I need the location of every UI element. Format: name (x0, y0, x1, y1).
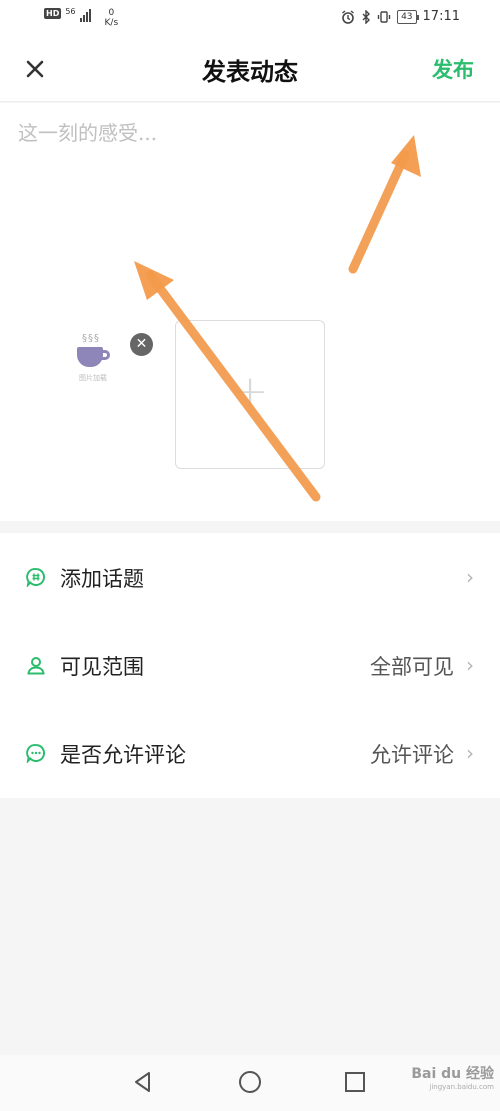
menu-item-value: 允许评论 (370, 743, 454, 767)
attachment-caption: 图片加载 (79, 374, 107, 382)
menu-item-label: 添加话题 (60, 567, 144, 591)
watermark-brand: Bai du 经验 (411, 1066, 494, 1082)
plus-icon: + (231, 366, 269, 417)
remove-image-button[interactable]: ✕ (130, 333, 153, 356)
status-left: HD 56 0 K/s (44, 8, 118, 28)
options-menu: 添加话题 › 可见范围 全部可见 › 是否允许评论 允许评论 › (0, 533, 500, 798)
home-icon[interactable] (237, 1069, 263, 1095)
hd-badge: HD (44, 8, 62, 19)
speed-value: 0 (108, 8, 115, 18)
coffee-cup-icon: §§§ (73, 333, 113, 367)
back-icon[interactable] (130, 1069, 156, 1095)
menu-item-value: 全部可见 (370, 655, 454, 679)
speed-unit: K/s (104, 18, 119, 28)
bluetooth-icon (362, 9, 371, 24)
alarm-icon (342, 9, 355, 24)
comment-icon (26, 743, 45, 763)
menu-item-allow-comments[interactable]: 是否允许评论 允许评论 › (0, 709, 500, 797)
chevron-right-icon: › (466, 741, 474, 765)
system-nav-bar: Bai du 经验 jingyan.baidu.com (0, 1055, 500, 1111)
menu-item-add-topic[interactable]: 添加话题 › (0, 533, 500, 621)
baidu-watermark: Bai du 经验 jingyan.baidu.com (411, 1063, 494, 1091)
vibrate-icon (377, 10, 391, 23)
status-bar: HD 56 0 K/s 43 17:11 (0, 0, 500, 36)
attached-image[interactable]: §§§ 图片加载 (66, 333, 120, 383)
add-image-button[interactable]: + (175, 320, 325, 469)
page-title: 发表动态 (202, 57, 298, 86)
menu-item-label: 可见范围 (60, 655, 144, 679)
post-composer: §§§ 图片加载 ✕ + (0, 103, 500, 521)
network-type: 56 (65, 7, 76, 16)
status-time: 17:11 (422, 9, 460, 24)
recent-apps-icon[interactable] (342, 1069, 368, 1095)
watermark-url: jingyan.baidu.com (429, 1083, 494, 1091)
publish-button[interactable]: 发布 (432, 54, 474, 84)
battery-indicator: 43 (397, 9, 420, 24)
network-speed: 0 K/s (105, 8, 119, 28)
remove-icon: ✕ (135, 336, 148, 352)
chevron-right-icon: › (466, 653, 474, 677)
user-icon (27, 657, 45, 675)
menu-item-label: 是否允许评论 (60, 743, 186, 767)
status-right: 43 17:11 (341, 9, 460, 24)
menu-item-visibility[interactable]: 可见范围 全部可见 › (0, 621, 500, 709)
post-text-input[interactable] (18, 121, 478, 145)
signal-icon (79, 8, 91, 22)
topic-icon (26, 567, 45, 587)
app-header: 发表动态 发布 (0, 36, 500, 102)
chevron-right-icon: › (466, 565, 474, 589)
